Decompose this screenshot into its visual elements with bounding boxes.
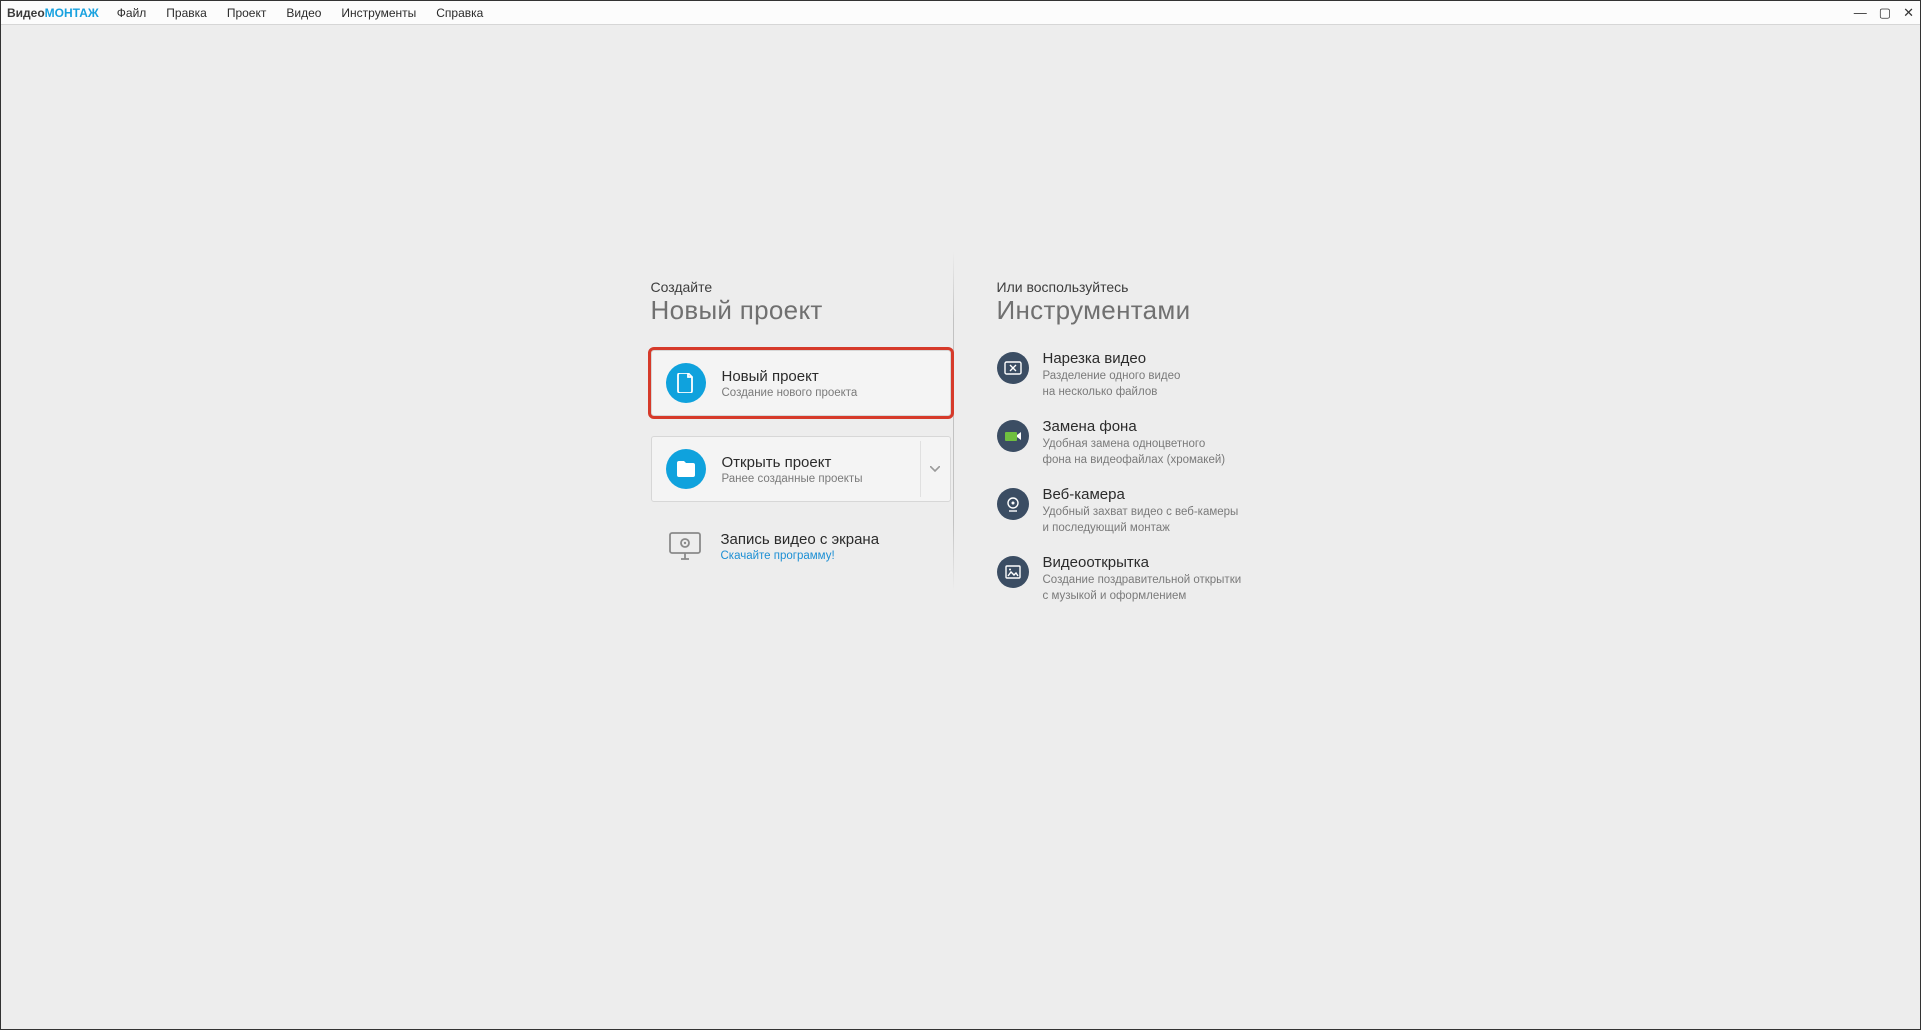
menu-items: Файл Правка Проект Видео Инструменты Спр…: [117, 6, 484, 20]
tool-cut-video[interactable]: Нарезка видео Разделение одного видеона …: [997, 350, 1271, 400]
menubar: ВидеоМОНТАЖ Файл Правка Проект Видео Инс…: [1, 1, 1920, 25]
webcam-icon: [997, 488, 1029, 520]
tool-bg-title: Замена фона: [1043, 418, 1226, 435]
create-column: Создайте Новый проект Новый проект Созда…: [651, 279, 951, 622]
close-icon[interactable]: ✕: [1903, 5, 1914, 21]
tool-replace-bg[interactable]: Замена фона Удобная замена одноцветногоф…: [997, 418, 1271, 468]
tool-bg-sub: Удобная замена одноцветногофона на видео…: [1043, 437, 1226, 468]
tool-webcam-sub: Удобный захват видео с веб-камерыи после…: [1043, 505, 1239, 536]
open-project-title: Открыть проект: [722, 454, 863, 471]
app-logo: ВидеоМОНТАЖ: [7, 6, 99, 20]
menu-file[interactable]: Файл: [117, 6, 147, 20]
open-project-button[interactable]: Открыть проект Ранее созданные проекты: [651, 436, 951, 502]
menu-help[interactable]: Справка: [436, 6, 483, 20]
screen-record-title: Запись видео с экрана: [721, 531, 880, 548]
menu-tools[interactable]: Инструменты: [341, 6, 416, 20]
tool-webcam-title: Веб-камера: [1043, 486, 1239, 503]
menu-video[interactable]: Видео: [286, 6, 321, 20]
monitor-icon: [665, 526, 705, 566]
minimize-icon[interactable]: —: [1854, 5, 1867, 21]
new-project-button[interactable]: Новый проект Создание нового проекта: [651, 350, 951, 416]
tool-cut-title: Нарезка видео: [1043, 350, 1181, 367]
picture-icon: [997, 556, 1029, 588]
window-controls: — ▢ ✕: [1854, 5, 1914, 21]
tool-webcam[interactable]: Веб-камера Удобный захват видео с веб-ка…: [997, 486, 1271, 536]
screen-record-link[interactable]: Скачайте программу!: [721, 550, 880, 562]
create-title: Новый проект: [651, 295, 951, 326]
menu-edit[interactable]: Правка: [166, 6, 207, 20]
tools-pretitle: Или воспользуйтесь: [997, 279, 1271, 295]
tool-cut-sub: Разделение одного видеона несколько файл…: [1043, 369, 1181, 400]
tool-card-sub: Создание поздравительной открыткис музык…: [1043, 573, 1242, 604]
tool-card-title: Видеооткрытка: [1043, 554, 1242, 571]
tools-column: Или воспользуйтесь Инструментами Нарезка…: [951, 279, 1271, 622]
scissors-icon: [997, 352, 1029, 384]
new-project-title: Новый проект: [722, 368, 858, 385]
start-screen: Создайте Новый проект Новый проект Созда…: [651, 279, 1271, 622]
chevron-down-icon: [930, 466, 940, 472]
menu-project[interactable]: Проект: [227, 6, 267, 20]
screen-record-row[interactable]: Запись видео с экрана Скачайте программу…: [651, 522, 951, 570]
maximize-icon[interactable]: ▢: [1879, 5, 1891, 21]
create-pretitle: Создайте: [651, 279, 951, 295]
column-divider: [953, 251, 954, 591]
tool-videocard[interactable]: Видеооткрытка Создание поздравительной о…: [997, 554, 1271, 604]
tools-title: Инструментами: [997, 295, 1271, 326]
folder-icon: [666, 449, 706, 489]
open-project-sub: Ранее созданные проекты: [722, 473, 863, 485]
chromakey-icon: [997, 420, 1029, 452]
new-project-sub: Создание нового проекта: [722, 387, 858, 399]
open-project-dropdown[interactable]: [920, 441, 950, 497]
file-icon: [666, 363, 706, 403]
